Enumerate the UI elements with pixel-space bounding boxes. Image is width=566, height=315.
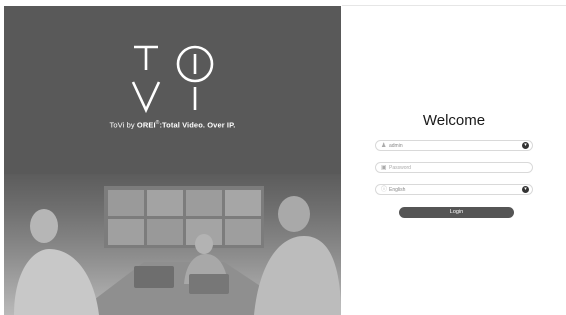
chevron-down-icon[interactable]: ▾: [522, 142, 529, 149]
language-select[interactable]: ⓘ English ▾: [375, 184, 533, 195]
username-value: admin: [389, 143, 403, 149]
login-panel: Welcome ♟ admin ▾ ▣ ⓘ English ▾ Login: [342, 6, 566, 315]
welcome-title: Welcome: [422, 112, 486, 129]
lock-icon: ▣: [381, 165, 387, 171]
login-button[interactable]: Login: [399, 207, 514, 218]
tovi-logo: [131, 45, 214, 114]
tagline: ToVi by OREI®:Total Video. Over IP.: [4, 120, 341, 130]
tagline-company: OREI: [136, 120, 156, 130]
tagline-by: by: [126, 120, 135, 130]
password-input[interactable]: [389, 163, 509, 172]
hero-panel: ToVi by OREI®:Total Video. Over IP.: [4, 6, 341, 315]
meeting-room-photo: [4, 174, 341, 315]
globe-icon: ⓘ: [381, 187, 388, 193]
tagline-suffix: :Total Video. Over IP.: [159, 120, 236, 130]
chevron-down-icon[interactable]: ▾: [522, 186, 529, 193]
username-field[interactable]: ♟ admin ▾: [375, 140, 533, 151]
password-field[interactable]: ▣: [375, 162, 533, 173]
language-value: English: [389, 187, 406, 193]
tagline-product: ToVi: [109, 120, 125, 130]
user-icon: ♟: [381, 143, 387, 149]
